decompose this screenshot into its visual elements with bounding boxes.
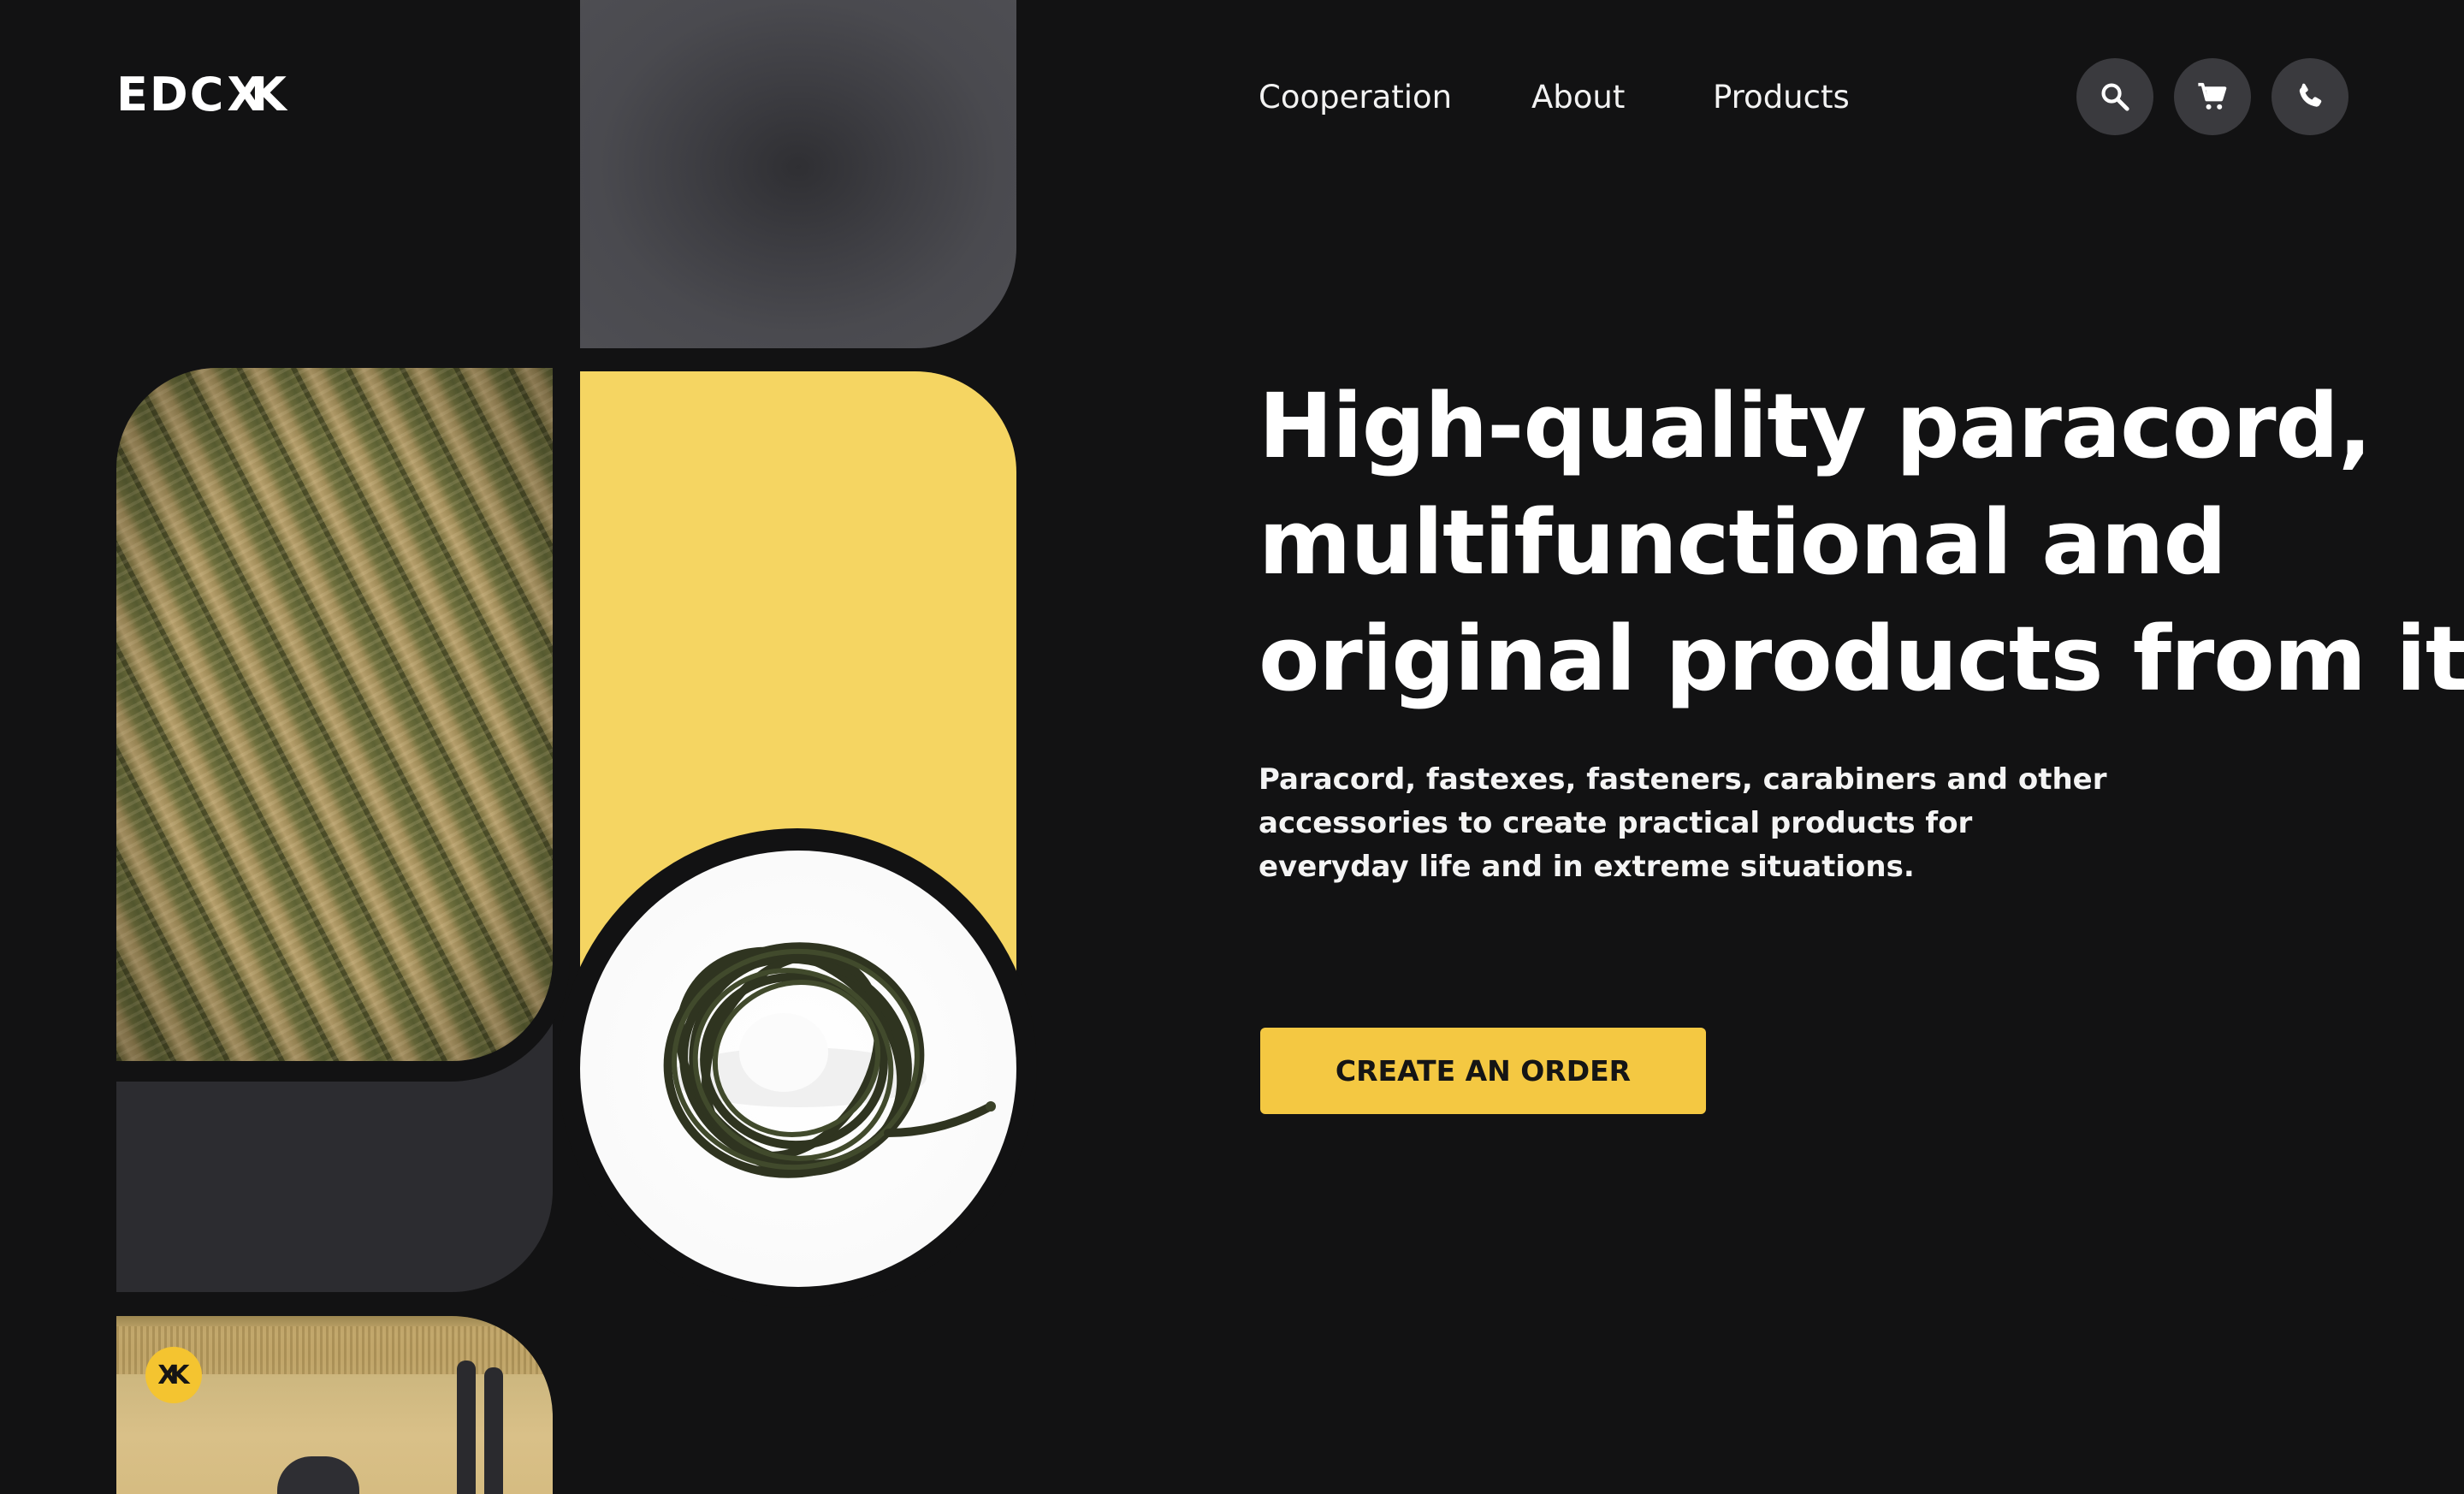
hero-subtitle-line: accessories to create practical products… — [1259, 806, 1973, 840]
phone-icon — [2294, 80, 2326, 113]
hero-title-line: multifunctional and — [1259, 490, 2227, 595]
cart-button[interactable] — [2174, 58, 2251, 135]
nav-link-about[interactable]: About — [1531, 75, 1625, 120]
paracord-knot — [277, 1456, 359, 1494]
phone-button[interactable] — [2272, 58, 2348, 135]
hero-title-line: High-quality paracord, — [1259, 374, 2372, 478]
hero-subtitle-line: everyday life and in extreme situations. — [1259, 850, 1915, 884]
gray-gradient-tile — [580, 0, 1016, 348]
hero-subtitle-line: Paracord, fastexes, fasteners, carabiner… — [1259, 762, 2107, 797]
hero-title: High-quality paracord, multifunctional a… — [1259, 368, 2464, 717]
brand-badge-icon: XK — [145, 1347, 202, 1403]
logo-mark: XK — [227, 67, 287, 122]
cart-icon — [2196, 80, 2229, 113]
search-button[interactable] — [2076, 58, 2153, 135]
logo[interactable]: EDC XK — [116, 67, 287, 122]
paracord-strand — [457, 1361, 476, 1494]
paracord-strand — [484, 1367, 503, 1494]
search-icon — [2099, 80, 2131, 113]
hero-title-line: original products from it — [1259, 607, 2464, 711]
paracord-bag-image — [116, 1316, 553, 1494]
nav-link-cooperation[interactable]: Cooperation — [1259, 75, 1452, 120]
hero-subtitle: Paracord, fastexes, fasteners, carabiner… — [1259, 758, 2114, 889]
create-order-button[interactable]: CREATE AN ORDER — [1260, 1028, 1706, 1114]
paracord-coil-image — [580, 851, 1016, 1287]
paracord-texture-image — [116, 368, 553, 1061]
logo-text: EDC — [116, 67, 226, 122]
nav-link-products[interactable]: Products — [1713, 75, 1850, 120]
